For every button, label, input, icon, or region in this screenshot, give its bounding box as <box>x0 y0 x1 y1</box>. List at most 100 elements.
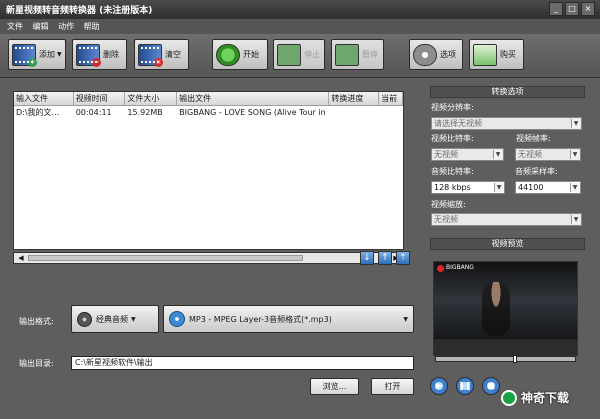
preview-caption-bar <box>434 339 577 355</box>
cell-progress <box>329 106 379 120</box>
video-framerate-select[interactable]: 无视频 ▼ <box>515 148 581 161</box>
minimize-button[interactable]: _ <box>549 2 563 16</box>
app-window: 新星视频转音频转换器 (未注册版本) _ □ × 文件 编辑 动作 帮助 + 添… <box>0 0 600 419</box>
dropdown-arrow-icon: ▼ <box>571 119 580 128</box>
seek-knob[interactable] <box>513 355 517 363</box>
stop-icon[interactable]: ■ <box>482 377 500 395</box>
delete-button[interactable]: − 删除 <box>72 39 127 70</box>
video-scale-select[interactable]: 无视频 ▼ <box>431 213 582 226</box>
audio-bitrate-select[interactable]: 128 kbps ▼ <box>431 181 505 194</box>
scroll-thumb[interactable] <box>28 255 303 261</box>
dropdown-arrow-icon: ▼ <box>131 315 136 323</box>
add-button-label: 添加 <box>39 50 55 59</box>
format-value: MP3 - MPEG Layer-3音频格式(*.mp3) <box>189 314 332 324</box>
audio-sample-rate-value: 44100 <box>518 183 544 192</box>
brand-logo: 神奇下载 <box>501 386 589 409</box>
start-button-label: 开始 <box>243 50 259 59</box>
move-up-icon[interactable]: ↑ <box>378 251 392 265</box>
move-down-icon[interactable]: ↓ <box>360 251 374 265</box>
dropdown-arrow-icon: ▼ <box>570 150 579 159</box>
move-top-icon[interactable]: ⇡ <box>396 251 410 265</box>
file-list-panel: 输入文件 视频时间 文件大小 输出文件 转换进度 当前 D:\我的文... 00… <box>5 84 425 294</box>
cell-current <box>379 106 403 120</box>
logo-text: 神奇下载 <box>521 391 570 405</box>
maximize-button[interactable]: □ <box>565 2 579 16</box>
gear-icon <box>413 43 437 66</box>
column-file-size[interactable]: 文件大小 <box>125 92 178 105</box>
stop-button-label: 停止 <box>304 50 320 59</box>
refresh-icon <box>216 43 240 66</box>
video-framerate-label: 视频帧率: <box>516 134 551 143</box>
menu-edit[interactable]: 编辑 <box>33 21 49 32</box>
column-input-file[interactable]: 输入文件 <box>14 92 74 105</box>
settings-section-title: 转换选项 <box>430 86 585 98</box>
play-icon[interactable]: ▶ <box>430 377 448 395</box>
browse-button[interactable]: 浏览... <box>310 378 359 395</box>
audio-format-icon <box>169 311 185 327</box>
format-select[interactable]: MP3 - MPEG Layer-3音频格式(*.mp3) ▼ <box>163 305 414 333</box>
output-dir-field[interactable]: C:\新星视频软件\输出 <box>71 356 414 370</box>
stop-button[interactable]: 停止 <box>273 39 325 70</box>
options-button[interactable]: 选项 <box>409 39 463 70</box>
film-clear-icon: × <box>138 43 163 67</box>
video-bitrate-label: 视频比特率: <box>431 134 474 143</box>
output-panel: 输出格式: 经典音频 ▼ MP3 - MPEG Layer-3音频格式(*.mp… <box>5 286 425 414</box>
performer-figure <box>482 282 510 336</box>
video-framerate-value: 无视频 <box>518 150 542 159</box>
column-current[interactable]: 当前 <box>379 92 403 105</box>
audio-sample-rate-select[interactable]: 44100 ▼ <box>515 181 581 194</box>
open-button[interactable]: 打开 <box>371 378 414 395</box>
pause-icon[interactable]: ❚❚ <box>456 377 474 395</box>
table-row[interactable]: D:\我的文... 00:04:11 15.92MB BIGBANG - LOV… <box>14 106 403 120</box>
cart-icon <box>473 43 497 66</box>
window-title: 新星视频转音频转换器 (未注册版本) <box>6 6 153 16</box>
menu-file[interactable]: 文件 <box>7 21 23 32</box>
cell-output-file: BIGBANG - LOVE SONG (Alive Tour in ... <box>179 108 330 117</box>
dropdown-arrow-icon: ▼ <box>570 183 579 192</box>
dropdown-arrow-icon: ▼ <box>571 215 580 224</box>
pause-button-label: 暂停 <box>362 50 378 59</box>
dropdown-arrow-icon: ▼ <box>403 315 408 323</box>
horizontal-scrollbar[interactable]: ◀ ▶ <box>13 252 404 264</box>
cell-input-file: D:\我的文... <box>16 108 60 117</box>
film-delete-icon: − <box>76 43 101 67</box>
video-bitrate-value: 无视频 <box>434 150 458 159</box>
video-resolution-value: 请选择无视频 <box>434 119 482 128</box>
clear-button[interactable]: × 清空 <box>134 39 189 70</box>
list-order-buttons: ↓ ↑ ⇡ <box>360 251 410 265</box>
logo-mark-icon <box>501 389 517 406</box>
video-resolution-label: 视频分辨率: <box>431 103 474 112</box>
audio-bitrate-label: 音频比特率: <box>431 167 474 176</box>
toolbar: + 添加 ▼ − 删除 × 清空 开始 停止 暂停 选项 购买 <box>0 34 600 78</box>
menu-help[interactable]: 帮助 <box>84 21 100 32</box>
column-output-file[interactable]: 输出文件 <box>177 92 330 105</box>
live-badge-icon <box>437 265 444 272</box>
format-category-select[interactable]: 经典音频 ▼ <box>71 305 159 333</box>
disc-icon <box>77 311 92 327</box>
dropdown-arrow-icon: ▼ <box>57 51 62 58</box>
video-bitrate-select[interactable]: 无视频 ▼ <box>431 148 504 161</box>
start-button[interactable]: 开始 <box>212 39 268 70</box>
window-controls: _ □ × <box>549 2 595 16</box>
output-format-label: 输出格式: <box>19 317 54 326</box>
video-scale-value: 无视频 <box>434 215 458 224</box>
scroll-left-icon[interactable]: ◀ <box>16 254 26 262</box>
column-video-time[interactable]: 视频时间 <box>74 92 126 105</box>
pause-icon <box>335 43 359 66</box>
dropdown-arrow-icon: ▼ <box>493 150 502 159</box>
cell-video-time: 00:04:11 <box>75 108 112 117</box>
output-dir-label: 输出目录: <box>19 359 54 368</box>
preview-seek-bar[interactable] <box>435 355 576 363</box>
menu-action[interactable]: 动作 <box>58 21 74 32</box>
stop-icon <box>277 43 301 66</box>
buy-button-label: 购买 <box>500 50 516 59</box>
add-button[interactable]: + 添加 ▼ <box>8 39 66 70</box>
pause-button[interactable]: 暂停 <box>331 39 384 70</box>
dropdown-arrow-icon: ▼ <box>494 183 503 192</box>
audio-sample-rate-label: 音频采样率: <box>515 167 558 176</box>
delete-button-label: 删除 <box>103 50 119 59</box>
close-button[interactable]: × <box>581 2 595 16</box>
video-resolution-select[interactable]: 请选择无视频 ▼ <box>431 117 582 130</box>
column-progress[interactable]: 转换进度 <box>329 92 380 105</box>
buy-button[interactable]: 购买 <box>469 39 524 70</box>
